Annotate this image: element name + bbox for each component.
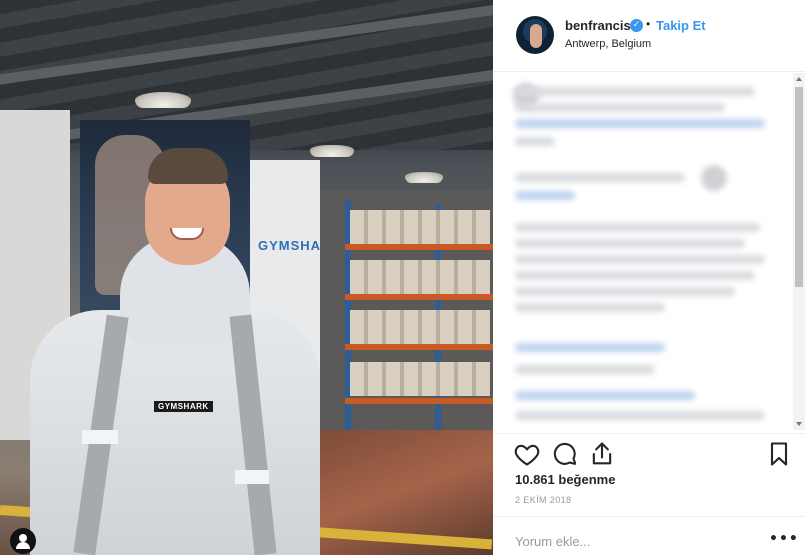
blurred-text xyxy=(515,303,665,312)
shelf-beam xyxy=(345,398,493,404)
comment-form: ••• xyxy=(493,516,805,555)
shelf-boxes xyxy=(350,310,490,344)
bookmark-icon[interactable] xyxy=(765,440,793,468)
scroll-up-icon[interactable] xyxy=(796,77,802,81)
blurred-text xyxy=(515,365,655,374)
comment-bubble-icon[interactable] xyxy=(551,440,579,468)
username-link[interactable]: benfrancis xyxy=(565,18,631,33)
comments-scrollbar[interactable] xyxy=(793,73,805,430)
location-link[interactable]: Antwerp, Belgium xyxy=(565,38,651,50)
ceiling-lamp xyxy=(135,92,191,108)
shelf-beam xyxy=(345,244,493,250)
shelf-boxes xyxy=(350,260,490,294)
scroll-thumb[interactable] xyxy=(795,87,803,287)
separator-dot: • xyxy=(646,17,651,31)
hoodie xyxy=(30,310,320,555)
blurred-text xyxy=(515,191,575,200)
shelf-boxes xyxy=(350,210,490,244)
ceiling-lamp xyxy=(405,172,443,183)
avatar[interactable] xyxy=(516,16,554,54)
blurred-avatar xyxy=(701,165,727,191)
blurred-text xyxy=(515,287,735,296)
likes-count[interactable]: 10.861 beğenme xyxy=(515,472,615,487)
shelf-boxes xyxy=(350,362,490,396)
blurred-text xyxy=(515,239,745,248)
blurred-text xyxy=(515,103,725,112)
hair xyxy=(148,148,228,184)
comments-area xyxy=(493,73,805,433)
verified-check-icon: ✓ xyxy=(630,19,643,32)
post-photo[interactable]: GYMSHARK GYMSHARK xyxy=(0,0,493,555)
scroll-down-icon[interactable] xyxy=(796,422,802,426)
heart-icon[interactable] xyxy=(513,440,541,468)
reflective-stripe xyxy=(235,470,269,484)
blurred-text xyxy=(515,137,555,146)
more-options-icon[interactable]: ••• xyxy=(769,531,799,547)
comment-input[interactable] xyxy=(515,534,745,549)
tagged-users-icon[interactable] xyxy=(10,528,36,554)
blurred-text xyxy=(515,343,665,352)
blurred-text xyxy=(515,271,755,280)
blurred-text xyxy=(515,255,765,264)
shirt-logo: GYMSHARK xyxy=(154,401,213,412)
share-icon[interactable] xyxy=(588,440,616,468)
shelf-beam xyxy=(345,294,493,300)
blurred-text xyxy=(515,173,685,182)
person: GYMSHARK xyxy=(20,140,320,555)
post-date[interactable]: 2 EKİM 2018 xyxy=(515,495,571,505)
blurred-text xyxy=(515,223,760,232)
reflective-stripe xyxy=(82,430,118,444)
post-sidebar: benfrancis ✓ • Takip Et Antwerp, Belgium xyxy=(493,0,805,555)
blurred-text xyxy=(515,411,765,420)
blurred-text xyxy=(515,391,695,400)
blurred-text xyxy=(515,119,765,128)
shelf-beam xyxy=(345,344,493,350)
post-header: benfrancis ✓ • Takip Et Antwerp, Belgium xyxy=(493,0,805,72)
blurred-text xyxy=(515,87,755,96)
follow-button[interactable]: Takip Et xyxy=(656,18,706,33)
